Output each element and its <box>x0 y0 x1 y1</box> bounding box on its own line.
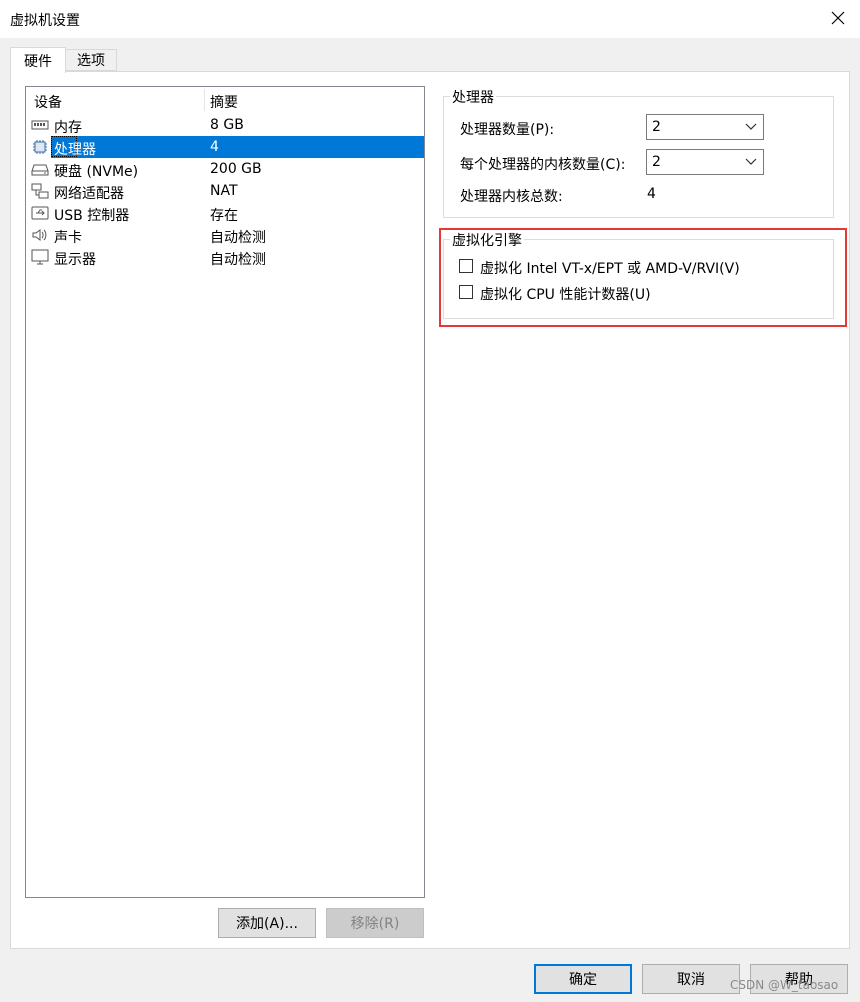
close-icon[interactable] <box>826 6 850 30</box>
cores-per-processor-select[interactable]: 2 <box>646 149 764 175</box>
total-cores-value: 4 <box>647 186 656 202</box>
chevron-down-icon <box>745 155 757 167</box>
total-cores-label: 处理器内核总数: <box>460 189 563 205</box>
window-title: 虚拟机设置 <box>10 13 80 29</box>
selection-highlight <box>51 136 424 158</box>
chevron-down-icon <box>745 120 757 132</box>
tab-hardware[interactable]: 硬件 <box>10 47 66 73</box>
column-summary[interactable]: 摘要 <box>210 92 238 112</box>
virtualize-cpu-counters-checkbox[interactable] <box>459 285 473 299</box>
watermark: CSDN @W_taosao <box>730 978 839 992</box>
device-summary: 自动检测 <box>210 252 266 268</box>
column-device[interactable]: 设备 <box>34 92 62 112</box>
virtualize-cpu-counters-label[interactable]: 虚拟化 CPU 性能计数器(U) <box>480 284 651 304</box>
tab-options[interactable]: 选项 <box>65 49 117 71</box>
network-adapter-icon <box>31 183 49 199</box>
virtualize-intel-vtx-checkbox[interactable] <box>459 259 473 273</box>
device-name: 显示器 <box>54 252 96 268</box>
processor-icon <box>31 139 49 155</box>
cores-per-processor-value: 2 <box>652 154 661 170</box>
processor-count-label: 处理器数量(P): <box>460 122 555 138</box>
device-summary: NAT <box>210 183 238 199</box>
title-bar: 虚拟机设置 <box>0 0 860 38</box>
device-list-header: 设备 摘要 <box>26 87 424 111</box>
device-row-processor[interactable]: 处理器 4 <box>26 136 424 158</box>
device-row-usb-controller[interactable]: USB 控制器 存在 <box>26 202 424 224</box>
device-summary: 4 <box>210 139 219 155</box>
device-name: USB 控制器 <box>54 208 130 224</box>
remove-device-button[interactable]: 移除(R) <box>326 908 424 938</box>
ok-button[interactable]: 确定 <box>534 964 632 994</box>
device-list[interactable]: 设备 摘要 内存 8 GB 处理器 4 硬盘 (NVMe) 200 GB 网络适… <box>25 86 425 898</box>
device-summary: 存在 <box>210 208 238 224</box>
device-summary: 自动检测 <box>210 230 266 246</box>
device-name: 硬盘 (NVMe) <box>54 164 139 180</box>
virtualize-intel-vtx-label[interactable]: 虚拟化 Intel VT-x/EPT 或 AMD-V/RVI(V) <box>480 258 740 278</box>
virtualization-engine-title: 虚拟化引擎 <box>450 230 524 250</box>
memory-icon <box>31 117 49 133</box>
display-icon <box>31 249 49 265</box>
cores-per-processor-label: 每个处理器的内核数量(C): <box>460 157 626 173</box>
processor-group-title: 处理器 <box>450 87 496 107</box>
device-name: 声卡 <box>54 230 82 246</box>
device-row-network-adapter[interactable]: 网络适配器 NAT <box>26 180 424 202</box>
processor-count-select[interactable]: 2 <box>646 114 764 140</box>
device-summary: 8 GB <box>210 117 244 133</box>
device-row-hard-disk[interactable]: 硬盘 (NVMe) 200 GB <box>26 158 424 180</box>
device-row-memory[interactable]: 内存 8 GB <box>26 114 424 136</box>
device-name: 处理器 <box>54 142 96 158</box>
column-separator[interactable] <box>204 89 205 111</box>
virtualization-engine-group <box>443 239 834 319</box>
device-row-sound-card[interactable]: 声卡 自动检测 <box>26 224 424 246</box>
sound-card-icon <box>31 227 49 243</box>
device-summary: 200 GB <box>210 161 262 177</box>
hard-disk-icon <box>31 161 49 177</box>
processor-count-value: 2 <box>652 119 661 135</box>
device-name: 内存 <box>54 120 82 136</box>
device-name: 网络适配器 <box>54 186 124 202</box>
device-row-display[interactable]: 显示器 自动检测 <box>26 246 424 268</box>
usb-controller-icon <box>31 205 49 221</box>
cancel-button[interactable]: 取消 <box>642 964 740 994</box>
add-device-button[interactable]: 添加(A)... <box>218 908 316 938</box>
